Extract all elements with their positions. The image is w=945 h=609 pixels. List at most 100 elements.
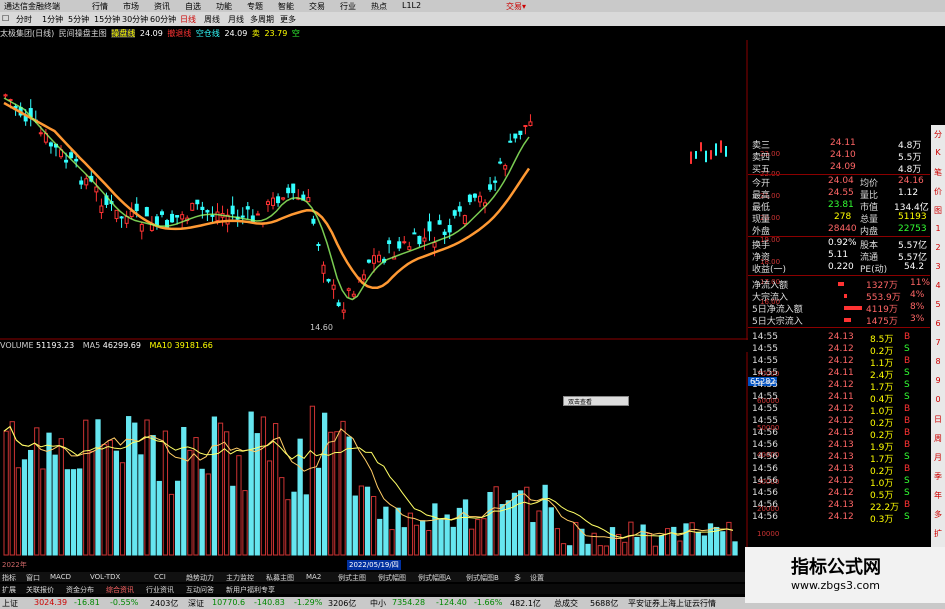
sidebar-button[interactable]: 年 [933, 490, 943, 502]
sidebar-button[interactable]: 月 [933, 452, 943, 464]
trade-button[interactable]: 交易▾ [506, 1, 526, 12]
indicator-tab[interactable]: 例式幅图B [466, 573, 499, 583]
sidebar-button[interactable]: 4 [933, 281, 943, 293]
indicator-tab[interactable]: 主力监控 [226, 573, 254, 583]
indicator-name[interactable]: 民间操盘主图 [59, 29, 107, 38]
volume-bar [420, 520, 426, 556]
indicator-tab[interactable]: 指标 [2, 573, 16, 583]
menu-item[interactable]: 资讯 [154, 1, 170, 12]
period-tab[interactable]: 周线 [204, 14, 220, 25]
tooltip-popup[interactable]: 双击查看 [563, 396, 629, 406]
quote-row: 今开 24.04 均价 24.16 [748, 176, 930, 189]
indicator-tab[interactable]: 例式幅图 [378, 573, 406, 583]
quote-row: 换手 0.92% 股本 5.57亿 [748, 238, 930, 251]
candle-body [447, 224, 452, 233]
candle-body [276, 196, 281, 204]
period-tab[interactable]: 月线 [228, 14, 244, 25]
indicator-tab[interactable]: 趋势动力 [186, 573, 214, 583]
indicator-tab[interactable]: 私募主图 [266, 573, 294, 583]
kline-chart[interactable] [0, 40, 748, 340]
sh-label[interactable]: 上证 [2, 598, 18, 609]
period-tab[interactable]: 60分钟 [150, 14, 176, 25]
indicator-tab[interactable]: 例式幅图A [418, 573, 451, 583]
info-tab[interactable]: 综合资讯 [106, 585, 134, 595]
indicator-tab[interactable]: 例式主图 [338, 573, 366, 583]
zx-label[interactable]: 中小 [370, 598, 386, 609]
sidebar-button[interactable]: 5 [933, 300, 943, 312]
sidebar-button[interactable]: 扩 [933, 528, 943, 540]
sidebar-button[interactable]: 价 [933, 186, 943, 198]
indicator-tab[interactable]: MACD [50, 573, 71, 581]
volume-bar [101, 443, 107, 556]
info-tab[interactable]: 新用户福利专享 [226, 585, 275, 595]
menu-item[interactable]: L1L2 [402, 1, 421, 10]
menu-item[interactable]: 功能 [216, 1, 232, 12]
menu-item[interactable]: 行情 [92, 1, 108, 12]
toolbar-icon[interactable]: ☐ [2, 14, 9, 23]
candle-body [442, 231, 447, 235]
sidebar-button[interactable]: 1 [933, 224, 943, 236]
indicator-tab[interactable]: 多 [514, 573, 521, 583]
sidebar-button[interactable]: 7 [933, 338, 943, 350]
period-tab[interactable]: 5分钟 [68, 14, 89, 25]
sidebar-button[interactable]: 2 [933, 243, 943, 255]
sidebar-button[interactable]: 季 [933, 471, 943, 483]
volume-bar [518, 490, 524, 556]
info-tab[interactable]: 互动问答 [186, 585, 214, 595]
period-tab-selected[interactable]: 日线 [180, 14, 196, 25]
indicator-tab[interactable]: CCI [154, 573, 166, 581]
volume-bar [144, 419, 150, 556]
sidebar-button[interactable]: 多 [933, 509, 943, 521]
period-tab[interactable]: 30分钟 [122, 14, 148, 25]
sidebar-button[interactable]: 分 [933, 129, 943, 141]
info-tab[interactable]: 扩展 [2, 585, 16, 595]
volume-info: VOLUME 51193.23 MA5 46299.69 MA10 39181.… [0, 341, 213, 350]
tick-time: 14:56 [752, 512, 778, 522]
period-tab[interactable]: 15分钟 [94, 14, 120, 25]
volume-bar [58, 438, 64, 556]
flow-row: 5日净流入额 4119万 8% [748, 302, 930, 315]
sidebar-button[interactable]: 6 [933, 319, 943, 331]
indicator-tab[interactable]: 窗口 [26, 573, 40, 583]
info-tab[interactable]: 关联报价 [26, 585, 54, 595]
sidebar-button[interactable]: 周 [933, 433, 943, 445]
sidebar-button[interactable]: 笔 [933, 167, 943, 179]
period-tab[interactable]: 分时 [16, 14, 32, 25]
menu-item[interactable]: 热点 [371, 1, 387, 12]
menu-item[interactable]: 交易 [309, 1, 325, 12]
candle-body [710, 150, 712, 160]
flow-bar [844, 306, 862, 310]
sidebar-button[interactable]: 0 [933, 395, 943, 407]
indicator-tab[interactable]: MA2 [306, 573, 321, 581]
zx-pct: -1.66% [474, 598, 503, 607]
sidebar-button[interactable]: 3 [933, 262, 943, 274]
menu-item[interactable]: 行业 [340, 1, 356, 12]
period-tab[interactable]: 多周期 [250, 14, 274, 25]
sidebar-button[interactable]: 图 [933, 205, 943, 217]
candle-body [422, 237, 427, 242]
volume-bar [389, 529, 395, 556]
volume-bar [377, 518, 383, 556]
info-tab[interactable]: 行业资讯 [146, 585, 174, 595]
top-menu-bar: 通达信金融终端 行情 市场 资讯 自选 功能 专题 智能 交易 行业 热点 L1… [0, 0, 945, 12]
tick-direction: S [904, 344, 910, 354]
flow-bar [844, 318, 851, 322]
indicator-tab[interactable]: 设置 [530, 573, 544, 583]
sidebar-button[interactable]: 8 [933, 357, 943, 369]
menu-item[interactable]: 智能 [278, 1, 294, 12]
period-tab[interactable]: 更多 [280, 14, 296, 25]
sz-label[interactable]: 深证 [188, 598, 204, 609]
sidebar-button[interactable]: 日 [933, 414, 943, 426]
volume-chart[interactable] [0, 352, 748, 558]
menu-item[interactable]: 专题 [247, 1, 263, 12]
period-tab[interactable]: 1分钟 [42, 14, 63, 25]
ma10-value: 39181.66 [174, 341, 213, 350]
volume-bar [732, 541, 738, 556]
menu-item[interactable]: 市场 [123, 1, 139, 12]
candle-body [271, 197, 276, 206]
menu-item[interactable]: 自选 [185, 1, 201, 12]
indicator-tab[interactable]: VOL-TDX [90, 573, 120, 581]
info-tab[interactable]: 资金分布 [66, 585, 94, 595]
sidebar-button[interactable]: 9 [933, 376, 943, 388]
sidebar-button[interactable]: K [933, 148, 943, 160]
